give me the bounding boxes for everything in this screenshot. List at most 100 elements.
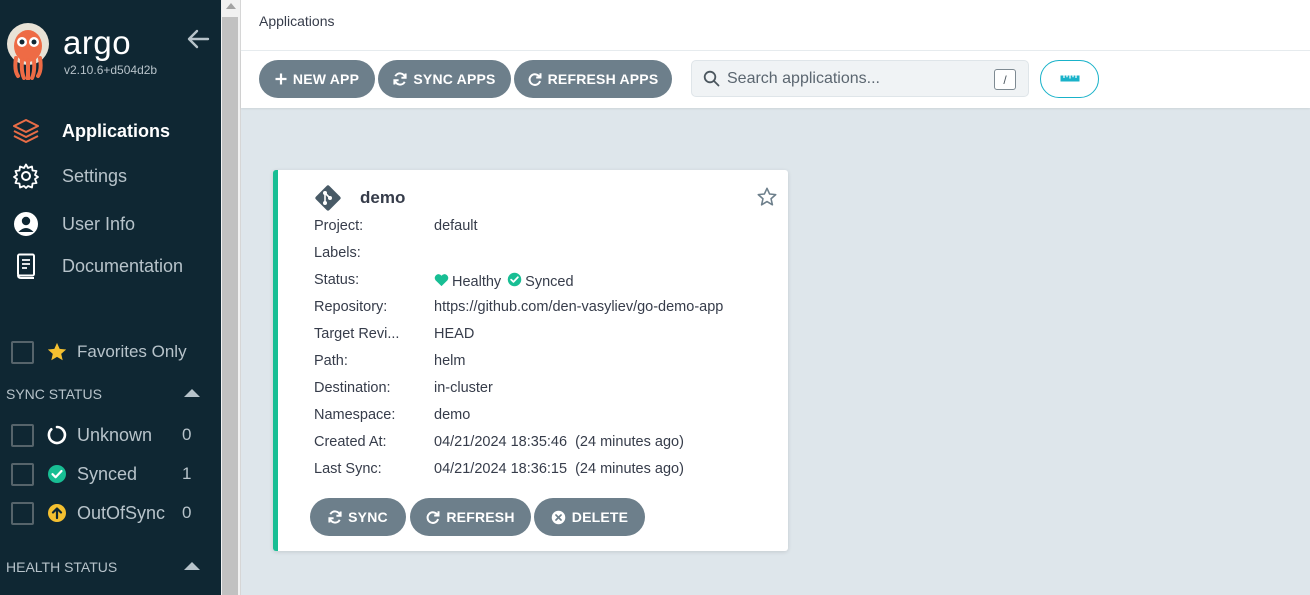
argo-logo-icon[interactable] xyxy=(4,22,52,81)
heart-icon xyxy=(434,273,449,291)
field-value: 04/21/2024 18:36:15 (24 minutes ago) xyxy=(434,461,684,477)
nav-user-info-label: User Info xyxy=(62,213,136,234)
app-field-path: Path: helm xyxy=(314,353,784,373)
star-icon xyxy=(46,341,68,368)
app-field-labels: Labels: xyxy=(314,245,784,265)
top-bar: Applications xyxy=(241,0,1310,51)
sync-status: Synced xyxy=(525,273,574,290)
health-status-header[interactable]: HEALTH STATUS xyxy=(6,559,216,579)
sidebar: argo v2.10.6+d504d2b Applications Settin… xyxy=(0,0,221,595)
sync-icon xyxy=(393,72,407,86)
field-key: Target Revi... xyxy=(314,326,400,342)
sync-status-header[interactable]: SYNC STATUS xyxy=(6,386,216,406)
field-key: Namespace: xyxy=(314,407,396,423)
status-value: Healthy Synced xyxy=(434,272,574,291)
caret-up-icon xyxy=(184,562,200,570)
sync-button[interactable]: SYNC xyxy=(310,498,406,536)
filter-outofsync: OutOfSync 0 xyxy=(0,497,221,529)
nav-settings[interactable]: Settings xyxy=(0,156,221,196)
field-value: HEAD xyxy=(434,326,475,342)
app-field-namespace: Namespace: demo xyxy=(314,407,784,427)
field-key: Created At: xyxy=(314,434,387,450)
filter-outofsync-label: OutOfSync xyxy=(77,502,166,523)
refresh-apps-label: REFRESH APPS xyxy=(547,71,659,87)
favorites-checkbox[interactable] xyxy=(11,340,34,364)
page-title: Applications xyxy=(259,13,335,29)
field-value: in-cluster xyxy=(434,380,493,396)
app-field-project: Project: default xyxy=(314,218,784,238)
health-status-title: HEALTH STATUS xyxy=(6,559,118,575)
delete-label: DELETE xyxy=(571,509,629,525)
check-circle-icon xyxy=(46,464,67,485)
caret-up-icon xyxy=(184,389,200,397)
field-key: Path: xyxy=(314,353,348,369)
refresh-label: REFRESH xyxy=(446,509,515,525)
outofsync-checkbox[interactable] xyxy=(11,501,34,525)
field-value: helm xyxy=(434,353,466,369)
search-input[interactable] xyxy=(727,68,982,90)
version-label: v2.10.6+d504d2b xyxy=(64,63,158,77)
ruler-icon xyxy=(1060,70,1080,88)
arrow-up-circle-icon xyxy=(46,503,67,524)
redo-icon xyxy=(528,72,542,86)
filter-unknown: Unknown 0 xyxy=(0,419,221,451)
delete-button[interactable]: DELETE xyxy=(534,498,645,536)
app-field-last-sync: Last Sync: 04/21/2024 18:36:15 (24 minut… xyxy=(314,461,784,481)
sync-apps-button[interactable]: SYNC APPS xyxy=(378,60,511,98)
refresh-button[interactable]: REFRESH xyxy=(410,498,531,536)
new-app-button[interactable]: NEW APP xyxy=(259,60,375,98)
unknown-checkbox[interactable] xyxy=(11,423,34,447)
synced-checkbox[interactable] xyxy=(11,462,34,486)
search-box: / xyxy=(691,60,1029,97)
filter-outofsync-count: 0 xyxy=(182,503,192,522)
repository-link[interactable]: https://github.com/den-vasyliev/go-demo-… xyxy=(434,299,723,315)
nav-applications[interactable]: Applications xyxy=(0,111,221,151)
health-status: Healthy xyxy=(452,273,502,290)
field-key: Status: xyxy=(314,272,360,288)
sync-apps-label: SYNC APPS xyxy=(413,71,496,87)
new-app-label: NEW APP xyxy=(292,71,360,87)
view-toggle-button[interactable] xyxy=(1040,60,1099,98)
sync-label: SYNC xyxy=(348,509,388,525)
field-key: Project: xyxy=(314,218,364,234)
sync-icon xyxy=(328,510,342,524)
filter-synced-count: 1 xyxy=(182,464,192,483)
search-shortcut-hint: / xyxy=(994,69,1016,90)
git-icon xyxy=(314,184,342,217)
field-key: Destination: xyxy=(314,380,391,396)
app-tile[interactable]: demo Project: default Labels: Status: He… xyxy=(273,170,788,551)
app-field-destination: Destination: in-cluster xyxy=(314,380,784,400)
scroll-up-arrow[interactable] xyxy=(226,3,236,9)
filter-synced-label: Synced xyxy=(77,463,138,484)
filter-unknown-count: 0 xyxy=(182,425,192,444)
brand-name: argo xyxy=(63,24,132,61)
favorites-label: Favorites Only xyxy=(77,342,187,361)
check-circle-icon xyxy=(507,272,522,291)
field-value: default xyxy=(434,218,478,234)
nav-user-info[interactable]: User Info xyxy=(0,204,221,244)
nav-documentation[interactable]: Documentation xyxy=(0,246,221,286)
filter-unknown-label: Unknown xyxy=(77,424,153,445)
field-value: demo xyxy=(434,407,471,423)
app-field-target-revision: Target Revi... HEAD xyxy=(314,326,784,346)
app-name[interactable]: demo xyxy=(360,188,405,208)
nav-settings-label: Settings xyxy=(62,165,128,186)
scrollbar-thumb[interactable] xyxy=(222,17,238,595)
field-key: Labels: xyxy=(314,245,361,261)
star-outline-icon[interactable] xyxy=(756,186,778,213)
app-field-repository: Repository: https://github.com/den-vasyl… xyxy=(314,299,784,319)
favorites-filter: Favorites Only xyxy=(0,336,221,368)
field-value: 04/21/2024 18:35:46 (24 minutes ago) xyxy=(434,434,684,450)
arrow-left-icon[interactable] xyxy=(186,28,210,50)
refresh-apps-button[interactable]: REFRESH APPS xyxy=(514,60,672,98)
plus-icon xyxy=(275,73,287,85)
field-key: Repository: xyxy=(314,299,388,315)
gear-icon xyxy=(12,162,40,190)
times-circle-icon xyxy=(551,510,566,525)
circle-notch-icon xyxy=(46,425,67,446)
redo-icon xyxy=(426,510,440,524)
search-icon xyxy=(703,70,720,92)
filter-synced: Synced 1 xyxy=(0,458,221,490)
user-icon xyxy=(12,210,40,238)
layers-icon xyxy=(12,117,40,145)
